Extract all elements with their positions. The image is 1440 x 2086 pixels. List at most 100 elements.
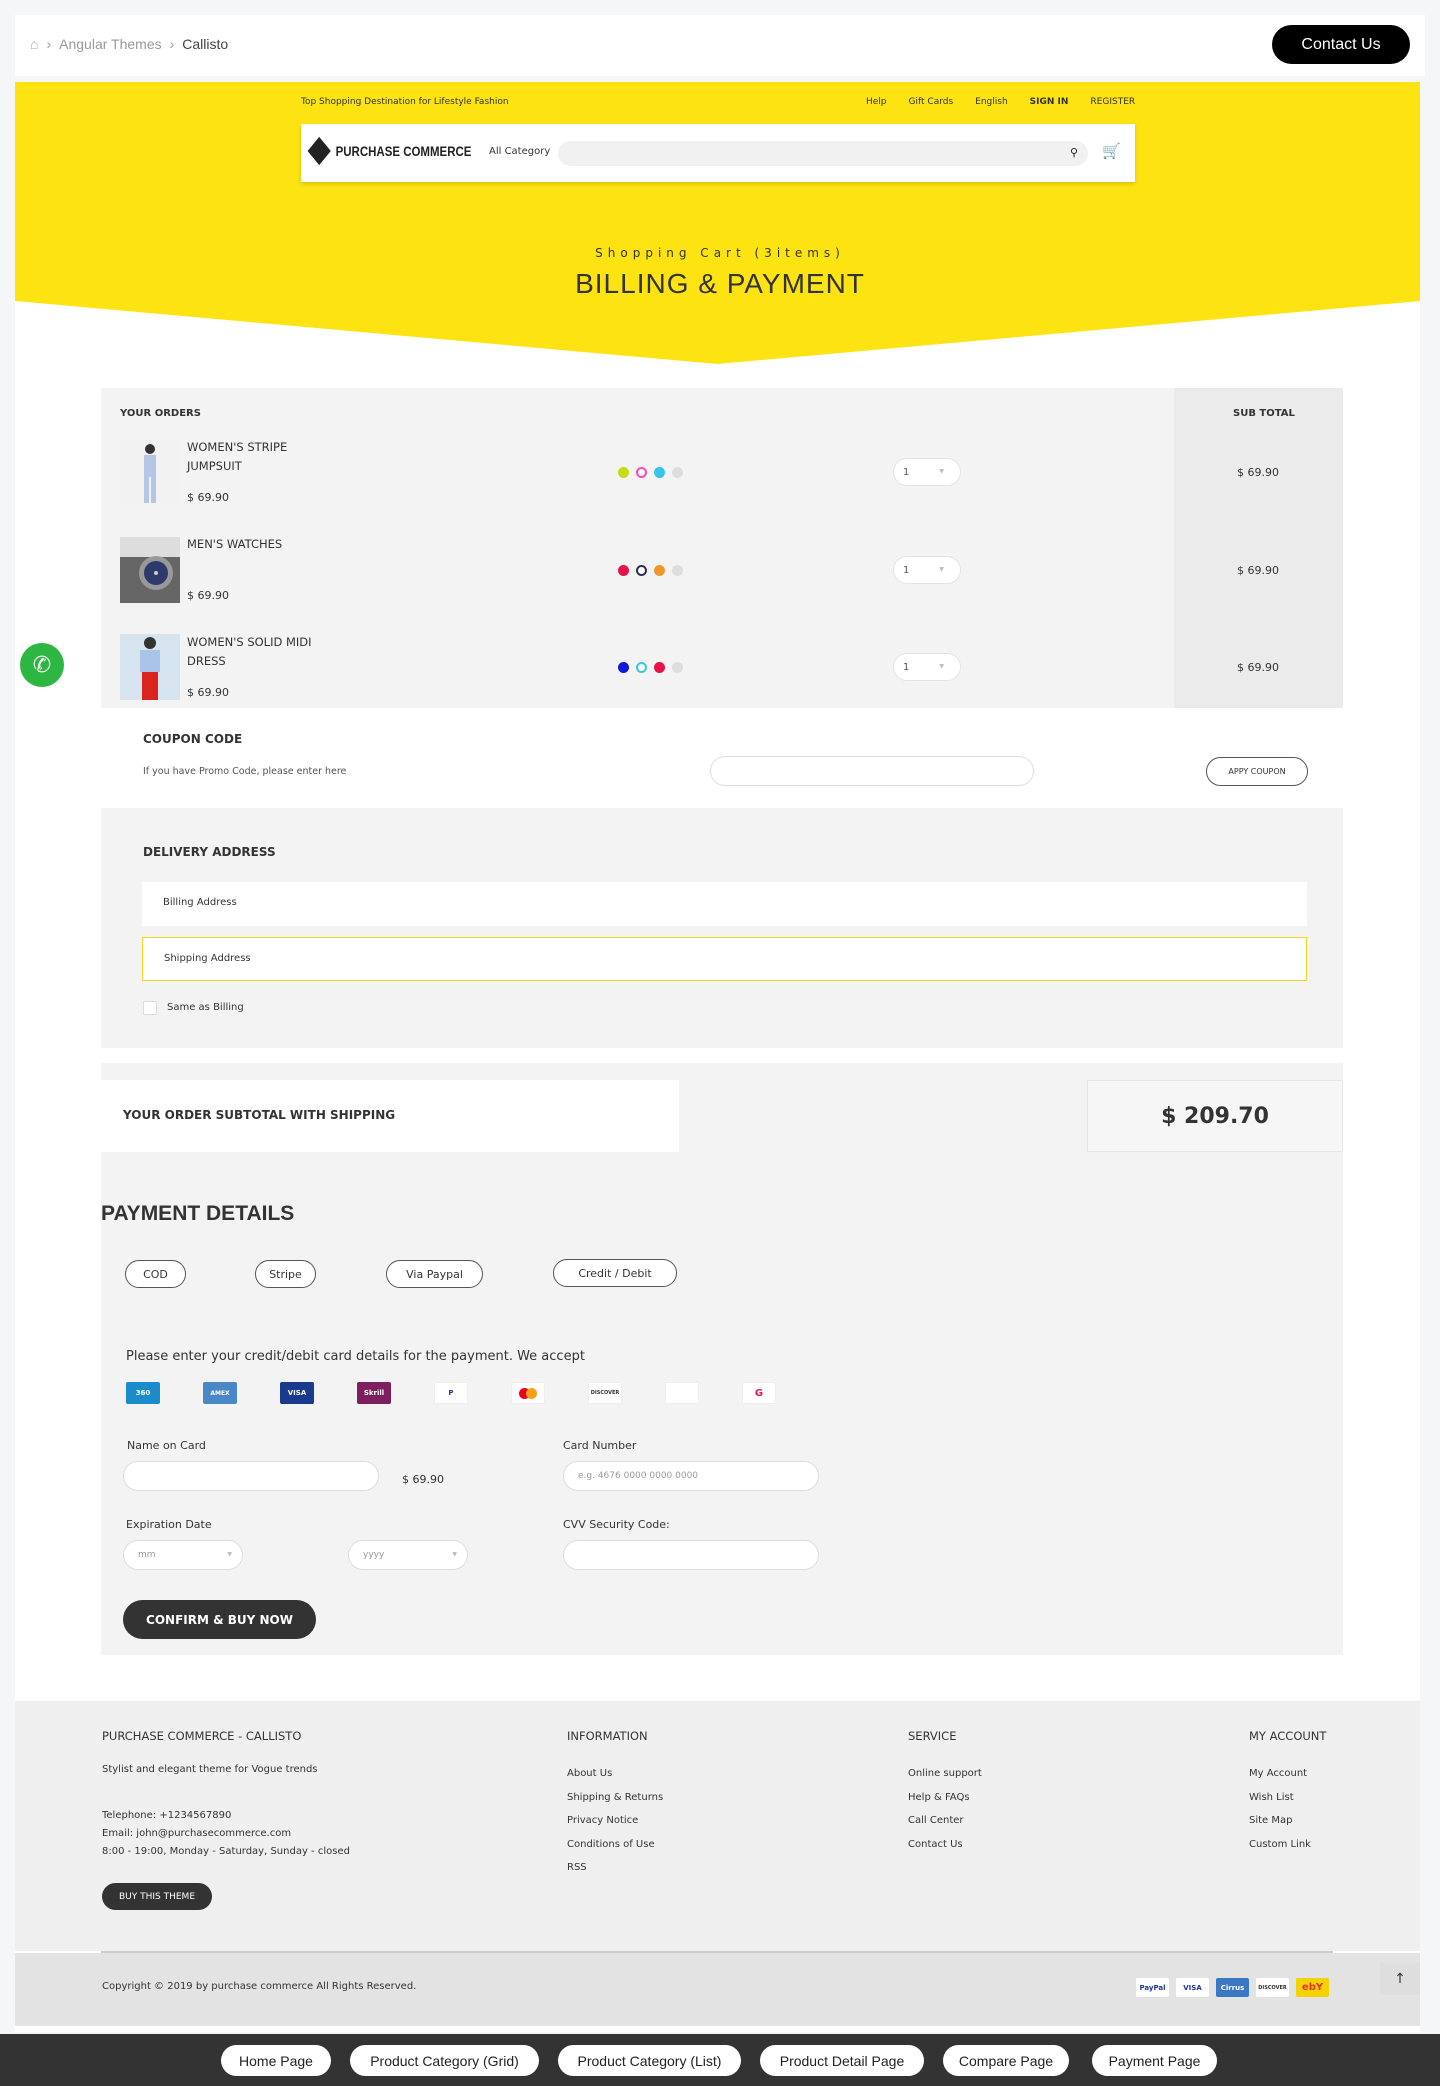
quantity-select[interactable]: 1 (893, 556, 961, 584)
buy-theme-button[interactable]: BUY THIS THEME (102, 1883, 212, 1910)
cart-subtitle: Shopping Cart (3items) (595, 246, 845, 260)
expiry-year-select[interactable]: yyyy (348, 1540, 468, 1570)
payment-method-stripe[interactable]: Stripe (255, 1260, 316, 1288)
logo[interactable]: PURCHASE COMMERCE (307, 136, 471, 166)
apple-pay-icon (665, 1382, 699, 1404)
color-swatch[interactable] (672, 662, 683, 673)
visa-icon: VISA (280, 1382, 314, 1404)
footer-email: Email: john@purchasecommerce.com (102, 1828, 292, 1839)
cvv-input[interactable] (563, 1540, 819, 1570)
billing-address-field[interactable]: Billing Address (142, 882, 1307, 926)
scroll-to-top-button[interactable]: ↑ (1380, 1963, 1420, 1995)
nav-product-category-list[interactable]: Product Category (List) (558, 2045, 741, 2076)
footer-link[interactable]: Custom Link (1249, 1833, 1311, 1857)
same-as-billing-checkbox[interactable] (143, 1001, 157, 1015)
cart-icon[interactable]: 🛒 (1102, 142, 1121, 160)
product-price: $ 69.90 (187, 686, 229, 699)
footer-information-links: About Us Shipping & Returns Privacy Noti… (567, 1762, 663, 1880)
color-swatch[interactable] (654, 565, 665, 576)
product-name[interactable]: WOMEN'S STRIPE JUMPSUIT (187, 438, 317, 476)
color-swatch[interactable] (672, 565, 683, 576)
footer-brand: PURCHASE COMMERCE - CALLISTO (102, 1729, 302, 1743)
color-swatch[interactable] (618, 565, 629, 576)
card-number-input[interactable]: e.g. 4676 0000 0000 0000 (563, 1461, 819, 1491)
coupon-heading: COUPON CODE (143, 732, 243, 746)
payment-method-cod[interactable]: COD (125, 1260, 186, 1288)
same-as-billing-label: Same as Billing (167, 1002, 244, 1013)
footer-link[interactable]: Online support (908, 1762, 982, 1786)
language-link[interactable]: English (975, 97, 1008, 107)
footer-link[interactable]: My Account (1249, 1762, 1311, 1786)
footer-link[interactable]: RSS (567, 1856, 663, 1880)
quantity-select[interactable]: 1 (893, 653, 961, 681)
color-swatch[interactable] (636, 467, 647, 478)
footer-link[interactable]: Conditions of Use (567, 1833, 663, 1857)
arrow-up-icon: ↑ (1394, 1971, 1406, 1987)
color-swatch[interactable] (618, 662, 629, 673)
footer-link[interactable]: Help & FAQs (908, 1786, 982, 1810)
nav-product-category-grid[interactable]: Product Category (Grid) (350, 2045, 539, 2076)
footer-link[interactable]: Privacy Notice (567, 1809, 663, 1833)
payment-method-credit-debit[interactable]: Credit / Debit (553, 1259, 677, 1287)
color-swatch[interactable] (618, 467, 629, 478)
sign-in-link[interactable]: SIGN IN (1030, 97, 1069, 107)
whatsapp-button[interactable]: ✆ (20, 643, 64, 687)
footer-link[interactable]: Wish List (1249, 1786, 1311, 1810)
delivery-heading: DELIVERY ADDRESS (143, 845, 276, 859)
shipping-address-field[interactable]: Shipping Address (142, 937, 1307, 981)
nav-home-page[interactable]: Home Page (221, 2045, 331, 2076)
color-swatch[interactable] (654, 662, 665, 673)
discover-icon: DISCOVER (588, 1382, 622, 1404)
accept-text: Please enter your credit/debit card deta… (126, 1349, 585, 1364)
top-bar: ⌂ › Angular Themes › Callisto Contact Us (15, 15, 1425, 76)
contact-us-button[interactable]: Contact Us (1272, 25, 1410, 64)
color-swatches (618, 662, 683, 673)
breadcrumb-separator: › (46, 36, 52, 52)
search-input[interactable]: ⚲ (558, 141, 1088, 166)
quantity-select[interactable]: 1 (893, 458, 961, 486)
footer-link[interactable]: About Us (567, 1762, 663, 1786)
subtotal-label: YOUR ORDER SUBTOTAL WITH SHIPPING (101, 1080, 679, 1152)
nav-product-detail-page[interactable]: Product Detail Page (760, 2045, 924, 2076)
payment-method-paypal[interactable]: Via Paypal (386, 1260, 483, 1288)
product-name[interactable]: MEN'S WATCHES (187, 535, 317, 554)
name-on-card-input[interactable] (123, 1461, 379, 1491)
footer-link[interactable]: Shipping & Returns (567, 1786, 663, 1810)
nav-payment-page[interactable]: Payment Page (1092, 2045, 1217, 2076)
expiration-label: Expiration Date (126, 1518, 212, 1531)
page-title: BILLING & PAYMENT (575, 268, 865, 299)
nav-compare-page[interactable]: Compare Page (943, 2045, 1069, 2076)
color-swatch[interactable] (636, 565, 647, 576)
color-swatch[interactable] (672, 467, 683, 478)
search-icon[interactable]: ⚲ (1070, 146, 1078, 159)
color-swatch[interactable] (654, 467, 665, 478)
breadcrumb-item-angular-themes[interactable]: Angular Themes (59, 36, 161, 52)
color-swatch[interactable] (636, 662, 647, 673)
footer-phone: Telephone: +1234567890 (102, 1810, 232, 1821)
home-icon[interactable]: ⌂ (30, 36, 38, 52)
payment-heading: PAYMENT DETAILS (101, 1202, 295, 1225)
item-subtotal: $ 69.90 (1237, 564, 1279, 577)
coupon-input[interactable] (710, 756, 1034, 786)
top-links: Help Gift Cards English SIGN IN REGISTER (866, 97, 1135, 107)
product-image-watch[interactable] (120, 537, 180, 603)
product-image-jumpsuit[interactable] (120, 439, 180, 505)
order-total: $ 209.70 (1087, 1080, 1343, 1152)
paypal-icon: PayPal (1136, 1978, 1169, 1997)
gift-cards-link[interactable]: Gift Cards (909, 97, 954, 107)
product-price: $ 69.90 (187, 491, 229, 504)
footer-service-links: Online support Help & FAQs Call Center C… (908, 1762, 982, 1856)
product-name[interactable]: WOMEN'S SOLID MIDI DRESS (187, 633, 317, 671)
register-link[interactable]: REGISTER (1090, 97, 1135, 107)
footer-link[interactable]: Call Center (908, 1809, 982, 1833)
help-link[interactable]: Help (866, 97, 887, 107)
expiry-month-select[interactable]: mm (123, 1540, 243, 1570)
item-subtotal: $ 69.90 (1237, 466, 1279, 479)
bottom-navigation: Home Page Product Category (Grid) Produc… (0, 2034, 1440, 2086)
confirm-buy-button[interactable]: CONFIRM & BUY NOW (123, 1600, 316, 1639)
apply-coupon-button[interactable]: APPY COUPON (1206, 757, 1308, 786)
product-image-dress[interactable] (120, 634, 180, 700)
category-select[interactable]: All Category (489, 146, 550, 157)
footer-link[interactable]: Contact Us (908, 1833, 982, 1857)
footer-link[interactable]: Site Map (1249, 1809, 1311, 1833)
